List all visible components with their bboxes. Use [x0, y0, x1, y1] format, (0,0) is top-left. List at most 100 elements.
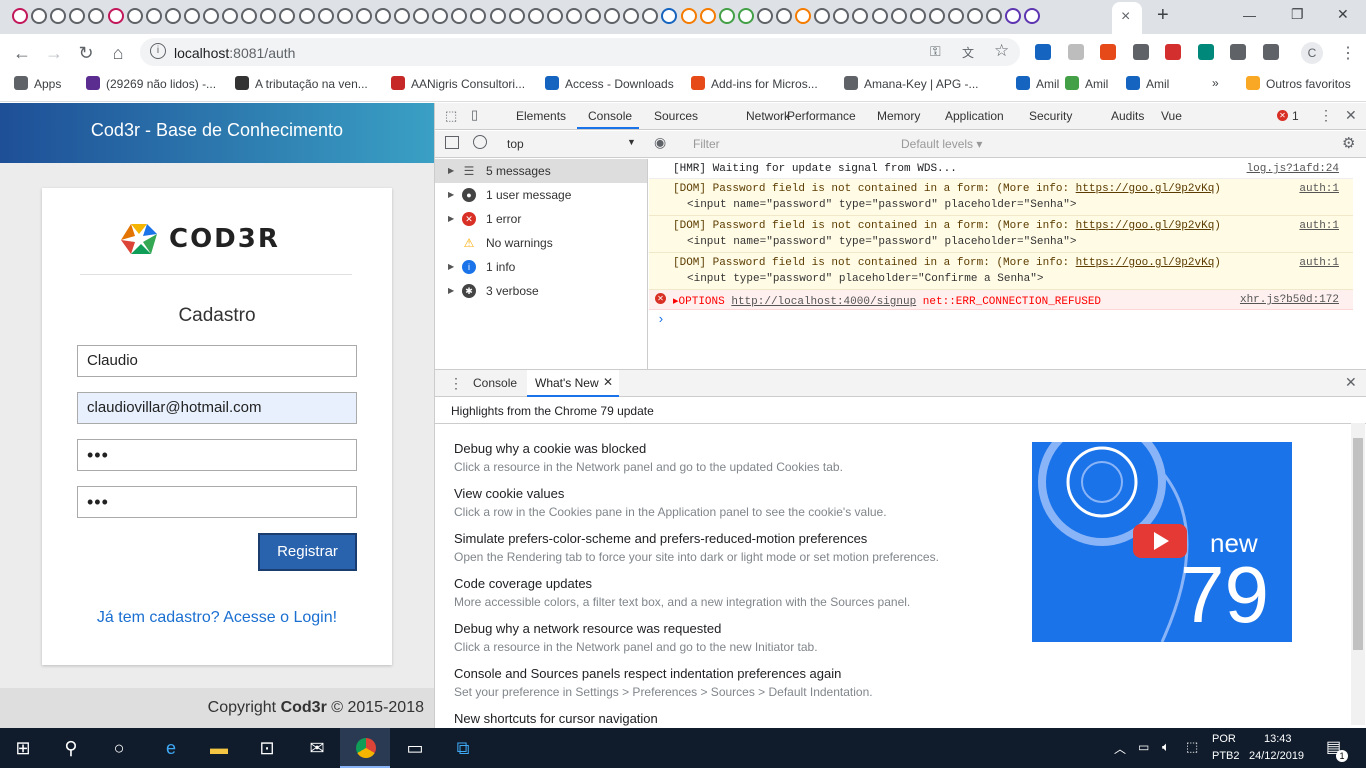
info-icon[interactable]: i — [150, 43, 166, 59]
home-icon[interactable]: ⌂ — [108, 43, 128, 63]
reload-icon[interactable]: ↻ — [76, 43, 96, 63]
star-icon[interactable]: ☆ — [994, 41, 1009, 61]
tab-favicon[interactable] — [680, 8, 697, 24]
feature-title[interactable]: New shortcuts for cursor navigation — [454, 711, 658, 726]
feature-title[interactable]: Simulate prefers-color-scheme and prefer… — [454, 531, 867, 546]
ext-adblock-icon[interactable] — [1165, 44, 1181, 60]
close-tab-icon[interactable]: × — [1121, 8, 1130, 26]
devtools-close-icon[interactable]: ✕ — [1345, 107, 1357, 124]
vscode-icon[interactable]: ⧉ — [440, 728, 486, 768]
tab-favicon[interactable] — [222, 8, 239, 24]
tab-favicon[interactable] — [336, 8, 353, 24]
active-tab[interactable]: × — [1112, 2, 1142, 34]
devtools-tab-security[interactable]: Security — [1029, 109, 1072, 123]
bookmark-item[interactable]: (29269 não lidos) -... — [86, 76, 216, 91]
clock-time[interactable]: 13:43 — [1264, 733, 1292, 745]
key-icon[interactable]: ⚿ — [930, 43, 941, 60]
warning-source[interactable]: auth:1 — [1299, 257, 1339, 269]
show-hidden-icons[interactable]: ︿ — [1114, 740, 1126, 757]
tab-favicon[interactable] — [50, 8, 67, 24]
mail-icon[interactable]: ✉ — [294, 728, 340, 768]
drawer-close-icon[interactable]: ✕ — [1345, 374, 1357, 391]
tab-favicon[interactable] — [890, 8, 907, 24]
menu-icon[interactable]: ⋮ — [1340, 43, 1356, 63]
tab-favicon[interactable] — [833, 8, 850, 24]
tab-favicon[interactable] — [795, 8, 812, 24]
tab-favicon[interactable] — [145, 8, 162, 24]
tab-favicon[interactable] — [355, 8, 372, 24]
login-link[interactable]: Já tem cadastro? Acesse o Login! — [42, 609, 392, 627]
tab-favicon[interactable] — [642, 8, 659, 24]
bookmark-item[interactable]: Access - Downloads — [545, 76, 674, 91]
devtools-menu-icon[interactable]: ⋮ — [1319, 107, 1333, 124]
clock-date[interactable]: 24/12/2019 — [1249, 750, 1304, 762]
feature-title[interactable]: Console and Sources panels respect inden… — [454, 666, 841, 681]
tab-favicon[interactable] — [1005, 8, 1022, 24]
tab-favicon[interactable] — [88, 8, 105, 24]
error-source[interactable]: xhr.js?b50d:172 — [1240, 294, 1339, 306]
bookmark-item[interactable]: Outros favoritos — [1246, 76, 1351, 91]
error-badge-icon[interactable]: ✕ — [1277, 110, 1288, 121]
bookmark-item[interactable]: AANigris Consultori... — [391, 76, 525, 91]
more-info-link[interactable]: https://goo.gl/9p2vKq — [1076, 257, 1215, 269]
ext-vue-icon[interactable] — [1197, 44, 1214, 60]
minimize-button[interactable]: — — [1243, 8, 1256, 23]
tab-favicon[interactable] — [718, 8, 735, 24]
url-text[interactable]: localhost:8081/auth — [174, 45, 295, 61]
tab-favicon[interactable] — [374, 8, 391, 24]
tab-favicon[interactable] — [489, 8, 506, 24]
bookmark-item[interactable]: A tributação na ven... — [235, 76, 368, 91]
terminal-icon[interactable]: ▭ — [392, 728, 438, 768]
more-info-link[interactable]: https://goo.gl/9p2vKq — [1076, 220, 1215, 232]
warning-source[interactable]: auth:1 — [1299, 220, 1339, 232]
scroll-thumb[interactable] — [1353, 438, 1363, 650]
keyboard-layout[interactable]: PTB2 — [1212, 750, 1240, 762]
tab-favicon[interactable] — [947, 8, 964, 24]
file-explorer-icon[interactable]: ▬ — [196, 728, 242, 768]
tab-favicon[interactable] — [12, 8, 28, 24]
store-icon[interactable]: ⊡ — [244, 728, 290, 768]
display-icon[interactable]: ⬚ — [1186, 739, 1198, 755]
volume-icon[interactable]: 🔈︎ — [1162, 739, 1170, 755]
forward-icon[interactable]: → — [44, 43, 64, 63]
tab-favicon[interactable] — [756, 8, 773, 24]
tab-favicon[interactable] — [126, 8, 143, 24]
register-button[interactable]: Registrar — [258, 533, 357, 571]
tab-favicon[interactable] — [661, 8, 678, 24]
new-tab-button[interactable]: + — [1157, 4, 1169, 27]
feature-title[interactable]: View cookie values — [454, 486, 564, 501]
tab-favicon[interactable] — [909, 8, 926, 24]
ext-m-icon[interactable] — [1067, 44, 1084, 60]
ext-tool-icon[interactable] — [1100, 44, 1116, 60]
translate-icon[interactable]: 文 — [962, 44, 974, 61]
chrome-taskbar-icon[interactable] — [340, 728, 390, 768]
edge-icon[interactable]: e — [148, 728, 194, 768]
tab-favicon[interactable] — [203, 8, 219, 24]
tab-favicon[interactable] — [604, 8, 621, 24]
ext-v-icon[interactable] — [1035, 44, 1051, 60]
tab-favicon[interactable] — [317, 8, 334, 24]
devtools-tab-vue[interactable]: Vue — [1161, 109, 1182, 123]
tab-favicon[interactable] — [470, 8, 487, 24]
error-badge-count[interactable]: 1 — [1292, 109, 1299, 123]
settings-icon[interactable]: ⚙ — [1342, 134, 1355, 152]
warning-source[interactable]: auth:1 — [1299, 183, 1339, 195]
tab-favicon[interactable] — [279, 8, 296, 24]
tab-favicon[interactable] — [986, 8, 1003, 24]
chrome-79-video[interactable]: new 79 — [1032, 442, 1292, 642]
tab-favicon[interactable] — [241, 8, 258, 24]
bookmark-item[interactable]: Amana-Key | APG -... — [844, 76, 979, 91]
bookmark-item[interactable]: Amil — [1126, 76, 1169, 91]
name-input[interactable]: Claudio — [77, 345, 357, 377]
tab-favicon[interactable] — [871, 8, 888, 24]
ext-gear-icon[interactable] — [1132, 44, 1149, 60]
tab-favicon[interactable] — [260, 8, 277, 24]
tab-favicon[interactable] — [413, 8, 430, 24]
back-icon[interactable]: ← — [12, 43, 32, 63]
language-indicator[interactable]: POR — [1212, 733, 1236, 745]
tab-favicon[interactable] — [1024, 8, 1041, 24]
tab-favicon[interactable] — [565, 8, 582, 24]
search-icon[interactable]: ⚲ — [48, 728, 94, 768]
address-bar[interactable]: i localhost:8081/auth ⚿ 文 ☆ — [140, 38, 1020, 66]
tab-favicon[interactable] — [928, 8, 945, 24]
